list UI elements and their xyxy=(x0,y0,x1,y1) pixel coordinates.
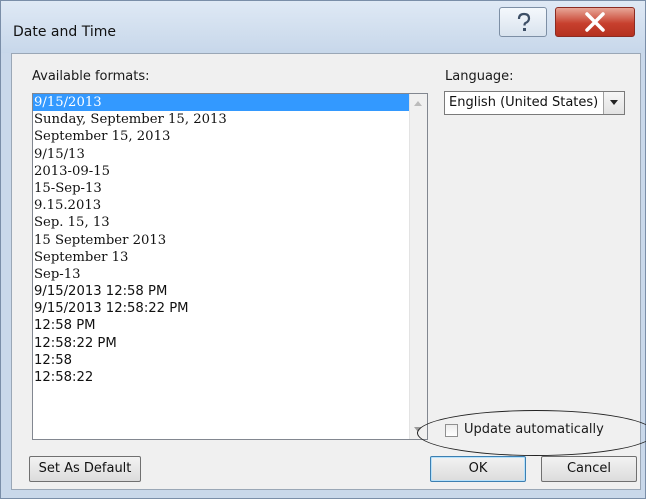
format-option[interactable]: 15 September 2013 xyxy=(33,232,427,249)
date-time-dialog: Date and Time Available formats: 9/15/20… xyxy=(0,0,646,499)
help-icon xyxy=(517,12,531,31)
formats-listbox[interactable]: 9/15/2013 Sunday, September 15, 2013 Septe… xyxy=(32,93,428,440)
language-dropdown[interactable]: English (United States) xyxy=(444,91,625,115)
close-button[interactable] xyxy=(555,7,635,37)
language-value: English (United States) xyxy=(449,95,599,110)
formats-label: Available formats: xyxy=(32,69,150,84)
set-as-default-button[interactable]: Set As Default xyxy=(29,456,141,482)
format-option[interactable]: September 15, 2013 xyxy=(33,128,427,145)
scroll-up-icon[interactable] xyxy=(414,100,422,106)
format-option[interactable]: 12:58 PM xyxy=(33,317,427,334)
format-option[interactable]: September 13 xyxy=(33,249,427,266)
language-label: Language: xyxy=(445,69,514,84)
format-option[interactable]: Sep. 15, 13 xyxy=(33,214,427,231)
formats-items: 9/15/2013 Sunday, September 15, 2013 Septe… xyxy=(33,94,427,386)
ok-button[interactable]: OK xyxy=(430,456,526,482)
close-icon xyxy=(585,12,605,32)
update-automatically-label[interactable]: Update automatically xyxy=(464,422,604,437)
language-dropdown-button[interactable] xyxy=(603,92,624,114)
format-option[interactable]: 12:58:22 xyxy=(33,369,427,386)
format-option[interactable]: 2013-09-15 xyxy=(33,163,427,180)
format-option[interactable]: 9.15.2013 xyxy=(33,197,427,214)
cancel-button[interactable]: Cancel xyxy=(541,456,637,482)
format-option[interactable]: 9/15/2013 xyxy=(33,94,427,112)
dialog-body: Available formats: 9/15/2013 Sunday, Sept… xyxy=(11,53,646,490)
format-option[interactable]: 9/15/13 xyxy=(33,146,427,163)
dialog-title: Date and Time xyxy=(13,24,116,40)
format-option[interactable]: 9/15/2013 12:58 PM xyxy=(33,283,427,300)
title-bar[interactable]: Date and Time xyxy=(1,1,645,53)
chevron-down-icon xyxy=(610,100,618,105)
format-option[interactable]: 12:58:22 PM xyxy=(33,335,427,352)
format-option[interactable]: 12:58 xyxy=(33,352,427,369)
format-option[interactable]: Sunday, September 15, 2013 xyxy=(33,111,427,128)
formats-scrollbar[interactable] xyxy=(409,94,427,439)
update-automatically-checkbox[interactable] xyxy=(445,424,458,437)
format-option[interactable]: 9/15/2013 12:58:22 PM xyxy=(33,300,427,317)
format-option[interactable]: 15-Sep-13 xyxy=(33,180,427,197)
help-button[interactable] xyxy=(499,7,547,37)
format-option[interactable]: Sep-13 xyxy=(33,266,427,283)
